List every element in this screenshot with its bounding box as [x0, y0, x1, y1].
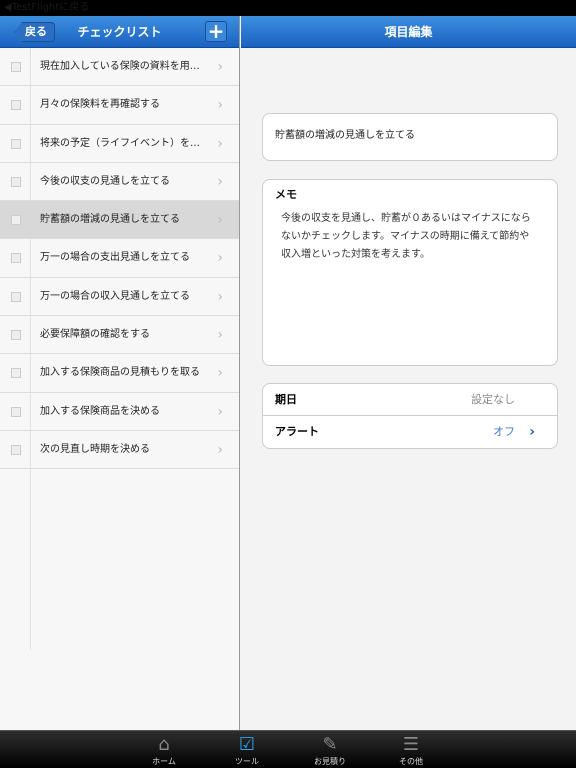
page-title: チェックリスト [77, 25, 162, 39]
return-to-testflight[interactable]: ◀TestFlightに戻る [4, 2, 89, 13]
tab-estimate[interactable]: ✎ お見積り [305, 734, 355, 767]
due-value: 設定なし [471, 393, 515, 406]
checkbox[interactable] [11, 406, 21, 417]
item-label: 加入する保険商品の見積もりを取る [40, 367, 200, 379]
edit-pane: 項目編集 貯蓄額の増減の見通しを立てる メモ 今後の収支を見通し、貯蓄が０あるい… [241, 16, 576, 730]
chevron-right-icon: › [217, 173, 223, 190]
checklist-item[interactable]: 月々の保険料を再確認する › [0, 86, 239, 125]
item-title-value: 貯蓄額の増減の見通しを立てる [275, 130, 415, 141]
checkbox[interactable] [11, 291, 21, 302]
checklist-item[interactable]: 加入する保険商品を決める › [0, 393, 239, 431]
checklist-item[interactable]: 今後の収支の見通しを立てる › [0, 163, 239, 202]
tab-label: ホーム [152, 757, 176, 766]
chevron-right-icon: › [217, 288, 223, 305]
tab-other[interactable]: ☰ その他 [386, 734, 436, 767]
item-label: 現在加入している保険の資料を用意する [40, 61, 205, 72]
checkbox[interactable] [11, 138, 21, 149]
tab-label: ツール [235, 757, 259, 766]
estimate-icon: ✎ [322, 734, 338, 755]
chevron-right-icon: › [217, 403, 223, 420]
checkbox[interactable] [11, 444, 21, 455]
tab-bar: ⌂ ホーム ☑ ツール ✎ お見積り ☰ その他 [0, 730, 576, 768]
checklist-item[interactable]: 加入する保険商品の見積もりを取る › [0, 354, 239, 393]
checklist-item[interactable]: 次の見直し時期を決める › [0, 431, 239, 470]
checkbox[interactable] [11, 253, 21, 264]
checklist-item[interactable]: 貯蓄額の増減の見通しを立てる › [0, 201, 239, 240]
memo-field[interactable]: メモ 今後の収支を見通し、貯蓄が０あるいはマイナスにならないかチェックします。マ… [262, 179, 558, 366]
chevron-right-icon: › [217, 441, 223, 458]
checkbox[interactable] [11, 176, 21, 187]
item-label: 加入する保険商品を決める [40, 405, 160, 417]
chevron-right-icon: › [217, 135, 223, 152]
item-label: 貯蓄額の増減の見通しを立てる [40, 214, 180, 226]
chevron-right-icon: › [529, 424, 535, 440]
item-label: 今後の収支の見通しを立てる [40, 175, 170, 187]
checklist-pane: 戻る チェックリスト + 現在加入している保険の資料を用意する › 月々の保険料を再… [0, 16, 240, 730]
checkbox[interactable] [11, 100, 21, 111]
item-label: 将来の予定（ライフイベント）を確認... [40, 137, 205, 149]
chevron-right-icon: › [217, 59, 223, 75]
tab-tools[interactable]: ☑ ツール [222, 734, 272, 767]
alert-row[interactable]: アラート オフ › [263, 416, 557, 448]
alert-label: アラート [275, 425, 319, 438]
checkbox[interactable] [11, 368, 21, 379]
alert-value: オフ [493, 425, 515, 438]
add-button[interactable]: + [205, 21, 227, 42]
checklist-item[interactable]: 現在加入している保険の資料を用意する › [0, 48, 239, 87]
back-button[interactable]: 戻る [14, 22, 55, 42]
chevron-right-icon: › [217, 365, 223, 382]
chevron-right-icon: › [217, 250, 223, 267]
due-label: 期日 [275, 393, 297, 406]
status-bar: ◀TestFlightに戻る [0, 0, 576, 16]
checkbox[interactable] [11, 215, 21, 226]
item-label: 月々の保険料を再確認する [40, 99, 160, 111]
checklist-item[interactable]: 万一の場合の支出見通しを立てる › [0, 239, 239, 278]
chevron-right-icon: › [217, 97, 223, 114]
tab-label: お見積り [314, 757, 346, 766]
chevron-right-icon: › [217, 212, 223, 229]
memo-text[interactable]: 今後の収支を見通し、貯蓄が０あるいはマイナスにならないかチェックします。マイナス… [275, 210, 545, 264]
item-label: 次の見直し時期を決める [40, 443, 150, 455]
edit-title: 項目編集 [384, 25, 433, 39]
checklist-navbar: 戻る チェックリスト + [0, 16, 239, 48]
checklist-item[interactable]: 必要保障額の確認をする › [0, 316, 239, 355]
item-label: 必要保障額の確認をする [40, 329, 150, 341]
item-label: 万一の場合の支出見通しを立てる [40, 252, 190, 264]
checkbox[interactable] [11, 62, 21, 72]
list-icon: ☰ [402, 734, 420, 755]
home-icon: ⌂ [158, 734, 170, 755]
checklist: 現在加入している保険の資料を用意する › 月々の保険料を再確認する › 将来の予定（ライ… [0, 48, 239, 470]
chevron-right-icon: › [217, 327, 223, 344]
checkbox-icon: ☑ [238, 734, 256, 755]
memo-label: メモ [275, 188, 297, 201]
due-date-row[interactable]: 期日 設定なし [263, 384, 557, 416]
tab-home[interactable]: ⌂ ホーム [139, 734, 189, 767]
checkbox[interactable] [11, 330, 21, 341]
settings-group: 期日 設定なし アラート オフ › [262, 383, 558, 449]
tab-label: その他 [399, 757, 423, 766]
checklist-item[interactable]: 将来の予定（ライフイベント）を確認... › [0, 125, 239, 163]
item-title-field[interactable]: 貯蓄額の増減の見通しを立てる [262, 113, 558, 161]
edit-navbar: 項目編集 [241, 16, 576, 48]
item-label: 万一の場合の収入見通しを立てる [40, 290, 190, 302]
checklist-item[interactable]: 万一の場合の収入見通しを立てる › [0, 278, 239, 317]
